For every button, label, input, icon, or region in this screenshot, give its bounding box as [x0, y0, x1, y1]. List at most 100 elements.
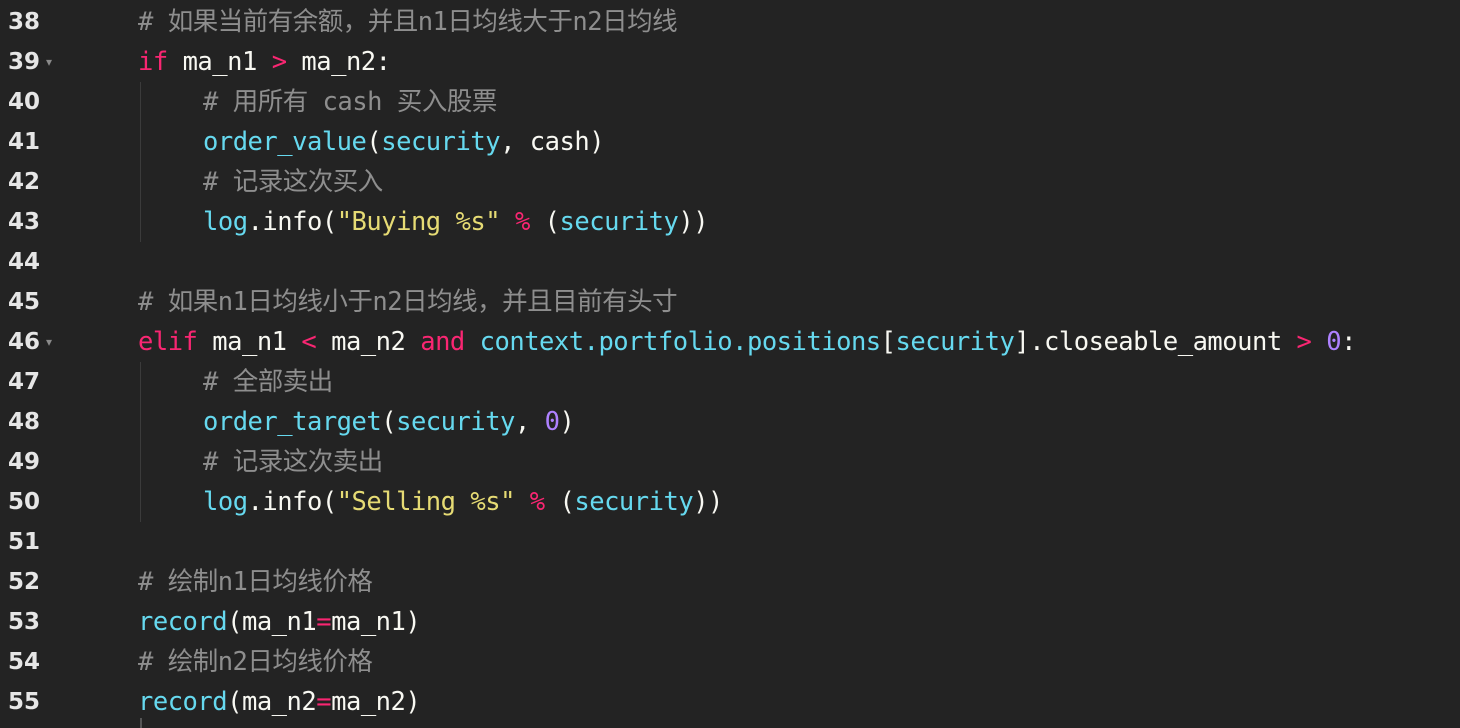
code-token-comment: # 绘制n1日均线价格	[138, 567, 373, 597]
code-line[interactable]: 39 ▾ if ma_n1 > ma_n2:	[0, 42, 1460, 82]
code-token-comment: # 记录这次卖出	[203, 447, 383, 477]
line-number: 50	[8, 489, 41, 515]
code-text: # 记录这次卖出	[203, 442, 383, 482]
code-token-plain: ma_n2)	[331, 687, 421, 717]
code-token-plain: ma_n1	[197, 327, 302, 357]
code-token-fn: security	[559, 207, 679, 237]
code-token-plain: ,	[514, 407, 545, 437]
code-token-comment: # 用所有 cash 买入股票	[203, 87, 497, 117]
code-token-plain: (	[381, 407, 397, 437]
code-token-plain: (	[366, 127, 382, 157]
code-line[interactable]: 40 # 用所有 cash 买入股票	[0, 82, 1460, 122]
code-line[interactable]: 42 # 记录这次买入	[0, 162, 1460, 202]
code-token-plain: ma_n1)	[331, 607, 421, 637]
code-token-plain: ma_n2	[316, 327, 421, 357]
code-line[interactable]: 44	[0, 242, 1460, 282]
code-line[interactable]: 38 # 如果当前有余额，并且n1日均线大于n2日均线	[0, 2, 1460, 42]
code-token-plain: ma_n2:	[286, 47, 391, 77]
line-number: 43	[8, 209, 41, 235]
code-text: elif ma_n1 < ma_n2 and context.portfolio…	[138, 322, 1356, 362]
code-line[interactable]: 41 order_value(security, cash)	[0, 122, 1460, 162]
code-token-fn: record	[138, 607, 228, 637]
fold-arrow-icon[interactable]: ▾	[46, 42, 52, 82]
line-number: 51	[8, 529, 41, 555]
fold-arrow-icon[interactable]: ▾	[46, 322, 52, 362]
indent-guide	[140, 202, 141, 242]
code-text: # 如果当前有余额，并且n1日均线大于n2日均线	[138, 2, 678, 42]
code-text: # 记录这次买入	[203, 162, 383, 202]
code-token-kw: =	[316, 687, 332, 717]
code-token-fn: record	[138, 687, 228, 717]
line-number: 44	[8, 249, 41, 275]
code-token-fn: security	[381, 127, 501, 157]
code-token-comment: # 全部卖出	[203, 367, 333, 397]
code-token-plain: (ma_n1	[227, 607, 317, 637]
code-token-plain: ma_n1	[167, 47, 272, 77]
code-token-kw: <	[301, 327, 317, 357]
line-number: 54	[8, 649, 41, 675]
code-token-kw: elif	[138, 327, 198, 357]
code-token-comment: # 如果当前有余额，并且n1日均线大于n2日均线	[138, 7, 678, 37]
code-line[interactable]: 53 record(ma_n1=ma_n1)	[0, 602, 1460, 642]
code-token-comment: # 如果n1日均线小于n2日均线，并且目前有头寸	[138, 287, 678, 317]
line-number: 52	[8, 569, 41, 595]
code-token-plain: (ma_n2	[227, 687, 317, 717]
indent-guide	[140, 402, 141, 442]
indent-guide	[140, 362, 141, 402]
code-token-fn: security	[574, 487, 694, 517]
code-token-plain: (	[529, 207, 560, 237]
code-token-comment: # 记录这次买入	[203, 167, 383, 197]
code-token-kw: if	[138, 47, 168, 77]
code-text: # 绘制n1日均线价格	[138, 562, 373, 602]
code-token-plain: ].closeable_amount	[1014, 327, 1297, 357]
code-token-fn: order_value	[203, 127, 367, 157]
code-token-kw: =	[316, 607, 332, 637]
line-number: 49	[8, 449, 41, 475]
code-line[interactable]: 50 log.info("Selling %s" % (security))	[0, 482, 1460, 522]
code-token-fn: context.portfolio.positions	[479, 327, 882, 357]
line-number: 48	[8, 409, 41, 435]
code-token-fn: security	[895, 327, 1015, 357]
code-text: log.info("Buying %s" % (security))	[203, 202, 709, 242]
code-text: # 如果n1日均线小于n2日均线，并且目前有头寸	[138, 282, 678, 322]
code-token-fn: log	[203, 487, 248, 517]
code-line[interactable]: 52 # 绘制n1日均线价格	[0, 562, 1460, 602]
indent-guide	[140, 82, 141, 122]
code-token-str: "Selling %s"	[336, 487, 516, 517]
indent-guide	[140, 162, 141, 202]
code-line[interactable]: 49 # 记录这次卖出	[0, 442, 1460, 482]
code-line[interactable]: 45 # 如果n1日均线小于n2日均线，并且目前有头寸	[0, 282, 1460, 322]
code-token-kw: %	[529, 487, 545, 517]
code-token-plain: (	[544, 487, 575, 517]
code-token-plain: :	[1341, 327, 1356, 357]
line-number: 41	[8, 129, 41, 155]
code-text: # 全部卖出	[203, 362, 333, 402]
code-token-plain: )	[559, 407, 575, 437]
code-text: order_value(security, cash)	[203, 122, 605, 162]
code-line[interactable]: 54 # 绘制n2日均线价格	[0, 642, 1460, 682]
code-line[interactable]: 51	[0, 522, 1460, 562]
line-number: 42	[8, 169, 41, 195]
code-text: record(ma_n2=ma_n2)	[138, 682, 421, 722]
code-text: # 用所有 cash 买入股票	[203, 82, 497, 122]
code-line[interactable]: 47 # 全部卖出	[0, 362, 1460, 402]
code-text: # 绘制n2日均线价格	[138, 642, 373, 682]
code-line[interactable]: 46 ▾ elif ma_n1 < ma_n2 and context.portfo…	[0, 322, 1460, 362]
code-text: record(ma_n1=ma_n1)	[138, 602, 421, 642]
code-token-plain: ))	[678, 207, 709, 237]
code-text: if ma_n1 > ma_n2:	[138, 42, 391, 82]
code-token-str: "Buying %s"	[336, 207, 501, 237]
code-line[interactable]: 48 order_target(security, 0)	[0, 402, 1460, 442]
line-number: 55	[8, 689, 41, 715]
code-editor[interactable]: 38 # 如果当前有余额，并且n1日均线大于n2日均线 39 ▾ if ma_n1 > …	[0, 0, 1460, 728]
indent-guide	[140, 122, 141, 162]
indent-guide-stub	[140, 718, 142, 728]
code-line[interactable]: 43 log.info("Buying %s" % (security))	[0, 202, 1460, 242]
code-line[interactable]: 55 record(ma_n2=ma_n2)	[0, 682, 1460, 722]
code-token-comment: # 绘制n2日均线价格	[138, 647, 373, 677]
line-number: 45	[8, 289, 41, 315]
code-text: log.info("Selling %s" % (security))	[203, 482, 723, 522]
